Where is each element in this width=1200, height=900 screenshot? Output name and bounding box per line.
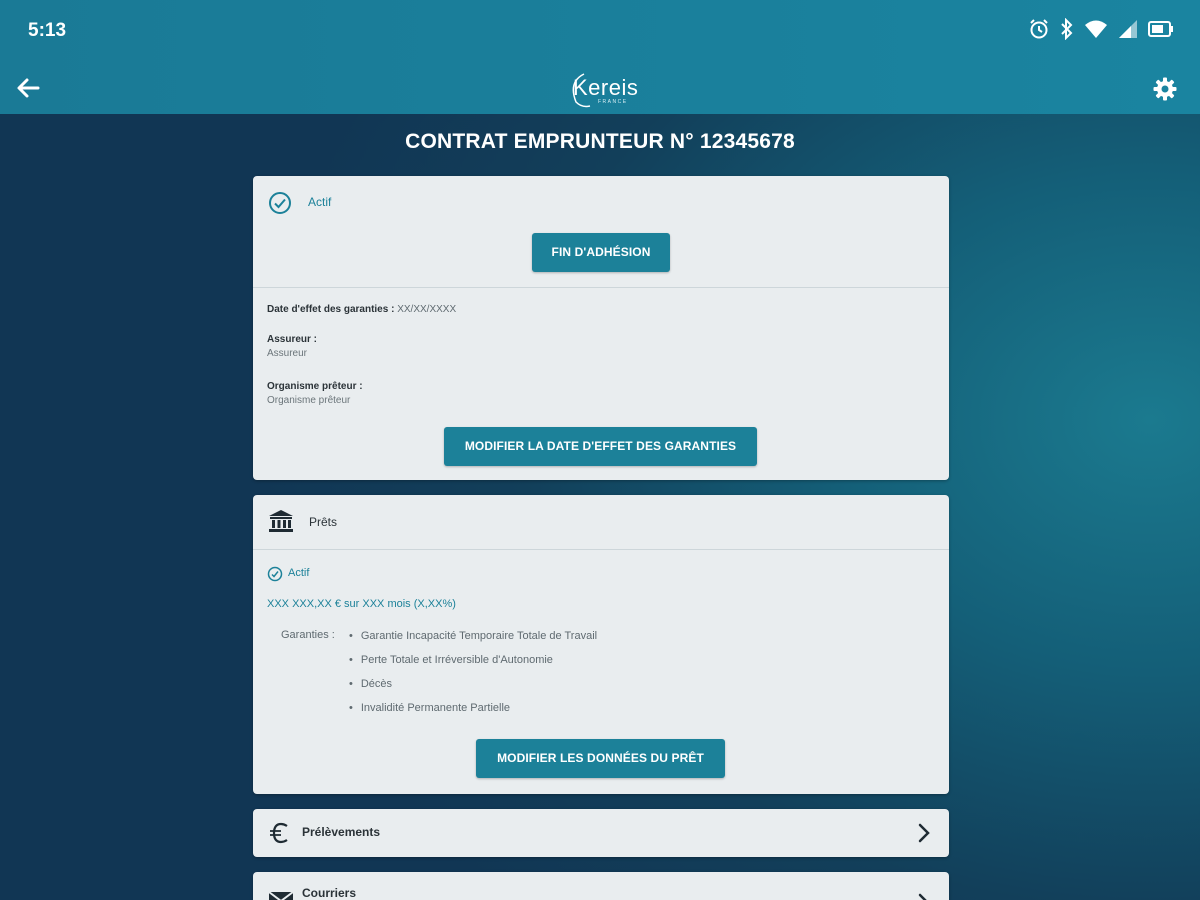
list-item: Perte Totale et Irréversible d'Autonomie (349, 653, 597, 677)
status-time: 5:13 (28, 20, 67, 41)
lender-label: Organisme prêteur : (267, 381, 363, 392)
divider (253, 287, 949, 288)
effective-date-value: XX/XX/XXXX (397, 304, 457, 315)
end-adhesion-button[interactable]: FIN D'ADHÉSION (532, 233, 670, 272)
status-icons (1028, 18, 1174, 40)
list-item: Garantie Incapacité Temporaire Totale de… (349, 629, 597, 653)
bank-icon (268, 508, 294, 539)
euro-icon (268, 821, 292, 850)
insurer-value: Assureur (267, 348, 308, 359)
logo-text: Kereis (573, 75, 639, 100)
effective-date-label: Date d'effet des garanties : (267, 304, 395, 315)
page-title: CONTRAT EMPRUNTEUR N° 12345678 (405, 130, 795, 153)
mail-icon (268, 890, 294, 900)
signal-icon (1118, 19, 1138, 39)
loan-summary: XXX XXX,XX € sur XXX mois (X,XX%) (267, 598, 456, 610)
status-bar: 5:13 (0, 0, 1200, 62)
courriers-label: Courriers (302, 886, 357, 900)
list-item: Décès (349, 677, 597, 701)
gear-icon[interactable] (1152, 76, 1178, 102)
prelevements-label: Prélèvements (302, 825, 381, 839)
garanties-list: Garantie Incapacité Temporaire Totale de… (349, 629, 597, 725)
check-circle-icon (267, 566, 283, 587)
divider (253, 549, 949, 550)
garanties-label: Garanties : (281, 629, 335, 641)
wifi-icon (1084, 19, 1108, 39)
list-row-prelevements[interactable]: Prélèvements (253, 809, 949, 857)
effective-date-row: Date d'effet des garanties : XX/XX/XXXX (267, 304, 456, 315)
app-bar: Kereis FRANCE (0, 62, 1200, 114)
alarm-icon (1028, 18, 1050, 40)
logo-subtitle: FRANCE (598, 99, 628, 105)
contract-card: Actif FIN D'ADHÉSION Date d'effet des ga… (253, 176, 949, 480)
bluetooth-icon (1060, 18, 1074, 40)
loan-status: Actif (288, 567, 310, 579)
chevron-right-icon (917, 822, 931, 849)
list-row-courriers[interactable]: Courriers (253, 872, 949, 900)
back-arrow-icon[interactable] (14, 74, 42, 102)
list-item: Invalidité Permanente Partielle (349, 701, 597, 725)
battery-icon (1148, 20, 1174, 38)
check-circle-icon (268, 191, 292, 220)
loans-title: Prêts (309, 515, 338, 529)
chevron-right-icon (917, 892, 931, 900)
insurer-label: Assureur : (267, 334, 318, 345)
loans-card: Prêts Actif XXX XXX,XX € sur XXX mois (X… (253, 495, 949, 794)
contract-status: Actif (308, 195, 332, 209)
lender-value: Organisme prêteur (267, 395, 351, 406)
kereis-logo: Kereis FRANCE (568, 70, 638, 108)
modify-loan-button[interactable]: MODIFIER LES DONNÉES DU PRÊT (476, 739, 725, 778)
modify-date-button[interactable]: MODIFIER LA DATE D'EFFET DES GARANTIES (444, 427, 757, 466)
